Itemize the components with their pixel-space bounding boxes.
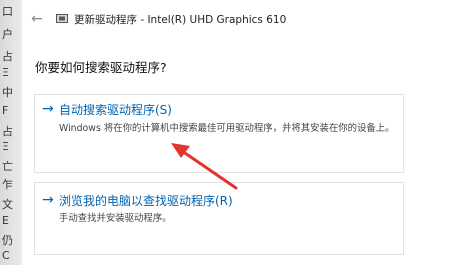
background-text: Ξ (2, 66, 9, 79)
background-text: 仍 (2, 234, 13, 247)
update-driver-dialog: ← 更新驱动程序 - Intel(R) UHD Graphics 610 你要如… (22, 0, 465, 265)
background-text: 口 (2, 5, 13, 18)
background-text: 乍 (2, 178, 13, 191)
background-text: 文 (2, 198, 13, 211)
background-text: 占 (2, 50, 13, 63)
background-window-strip: 口 户 占 Ξ 中 F 占 Ξ 亡 乍 文 E 仍 C (0, 0, 22, 265)
background-text: 中 (2, 86, 13, 99)
auto-search-option[interactable]: → 自动搜索驱动程序(S) Windows 将在你的计算机中搜索最佳可用驱动程序… (34, 94, 404, 173)
browse-computer-option[interactable]: → 浏览我的电脑以查找驱动程序(R) 手动查找并安装驱动程序。 (34, 182, 404, 255)
back-arrow-icon[interactable]: ← (28, 11, 46, 27)
window-title: 更新驱动程序 - Intel(R) UHD Graphics 610 (74, 14, 287, 26)
option-title: 浏览我的电脑以查找驱动程序(R) (59, 194, 233, 208)
driver-chip-icon (56, 14, 68, 23)
page-heading: 你要如何搜索驱动程序? (35, 60, 167, 75)
option-description: Windows 将在你的计算机中搜索最佳可用驱动程序，并将其安装在你的设备上。 (59, 123, 395, 134)
background-text: 占 (2, 125, 13, 138)
option-title: 自动搜索驱动程序(S) (59, 103, 172, 117)
arrow-right-icon: → (42, 192, 54, 208)
title-bar: ← 更新驱动程序 - Intel(R) UHD Graphics 610 (22, 0, 465, 38)
option-description: 手动查找并安装驱动程序。 (59, 213, 172, 224)
background-text: C (2, 249, 10, 262)
background-text: 户 (2, 28, 13, 41)
background-text: Ξ (2, 140, 9, 153)
arrow-right-icon: → (42, 101, 54, 117)
background-text: E (2, 214, 9, 227)
background-text: F (2, 104, 9, 117)
background-text: 亡 (2, 160, 13, 173)
